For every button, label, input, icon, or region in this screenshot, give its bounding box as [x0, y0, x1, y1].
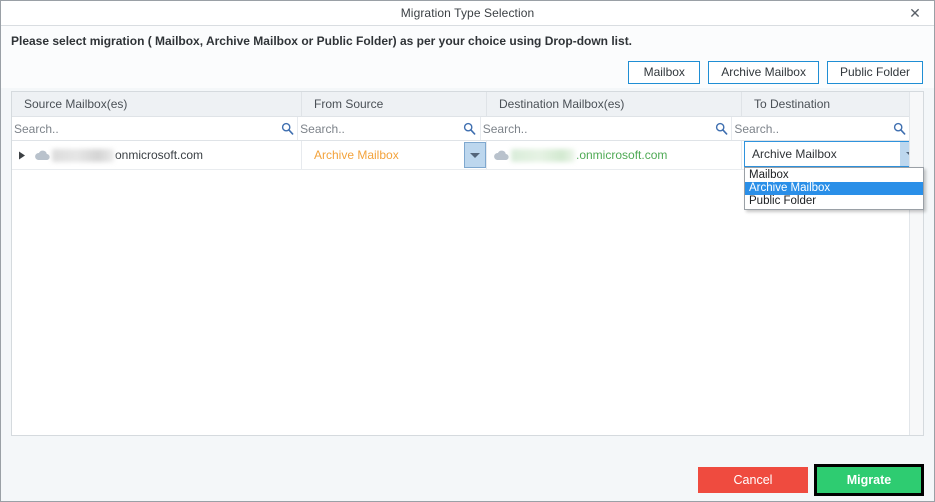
search-icon[interactable]	[711, 118, 731, 139]
search-input-to-destination[interactable]	[732, 118, 889, 139]
search-icon[interactable]	[460, 118, 480, 139]
grid-header-row: Source Mailbox(es) From Source Destinati…	[12, 92, 909, 117]
search-icon[interactable]	[277, 118, 297, 139]
dialog-footer: Cancel Migrate	[1, 458, 934, 501]
grid-vertical-scrollbar[interactable]	[909, 92, 923, 435]
column-header-destination-mailbox[interactable]: Destination Mailbox(es)	[487, 92, 742, 116]
close-icon[interactable]: ✕	[896, 1, 934, 24]
mailbox-mapping-grid: Source Mailbox(es) From Source Destinati…	[11, 91, 924, 436]
dropdown-option-archive-mailbox[interactable]: Archive Mailbox	[745, 182, 923, 195]
destination-mailbox-domain: .onmicrosoft.com	[576, 148, 668, 162]
grid-search-row	[12, 117, 909, 141]
dropdown-option-mailbox[interactable]: Mailbox	[745, 169, 923, 182]
search-input-source-mailbox[interactable]	[12, 118, 278, 139]
cell-to-destination[interactable]: Archive Mailbox Mailbox Archive Mailbox …	[742, 141, 924, 210]
cloud-icon	[32, 150, 52, 161]
migrate-button[interactable]: Migrate	[817, 466, 921, 493]
from-source-value: Archive Mailbox	[314, 148, 399, 162]
archive-mailbox-button[interactable]: Archive Mailbox	[708, 60, 819, 84]
instruction-text: Please select migration ( Mailbox, Archi…	[1, 26, 934, 56]
migration-type-selection-dialog: Migration Type Selection ✕ Please select…	[0, 0, 935, 502]
to-destination-combobox[interactable]: Archive Mailbox	[744, 141, 922, 167]
cell-destination-mailbox[interactable]: .onmicrosoft.com	[487, 141, 742, 169]
search-cell-from-source	[298, 117, 481, 140]
cell-source-mailbox[interactable]: onmicrosoft.com	[12, 141, 302, 169]
cloud-icon	[491, 150, 511, 161]
redacted-source-mailbox-name	[52, 148, 114, 162]
cancel-button[interactable]: Cancel	[698, 466, 808, 493]
search-cell-destination-mailbox	[480, 117, 733, 140]
grid-body: Source Mailbox(es) From Source Destinati…	[12, 92, 924, 435]
public-folder-button[interactable]: Public Folder	[826, 60, 923, 84]
table-row[interactable]: onmicrosoft.com Archive Mailbox .onmicro…	[12, 141, 924, 210]
source-mailbox-domain: onmicrosoft.com	[115, 148, 204, 162]
to-destination-combobox-host: Archive Mailbox Mailbox Archive Mailbox …	[742, 141, 924, 210]
expand-row-icon[interactable]	[12, 151, 32, 160]
cell-from-source[interactable]: Archive Mailbox	[302, 141, 487, 169]
redacted-destination-mailbox-name	[511, 148, 575, 162]
search-cell-source-mailbox	[12, 117, 299, 140]
column-header-source-mailbox[interactable]: Source Mailbox(es)	[12, 92, 302, 116]
migrate-button-focus-ring: Migrate	[814, 463, 924, 496]
column-header-from-source[interactable]: From Source	[302, 92, 487, 116]
migration-type-button-group: Mailbox Archive Mailbox Public Folder	[1, 56, 934, 88]
search-input-from-source[interactable]	[298, 118, 460, 139]
search-input-destination-mailbox[interactable]	[480, 118, 712, 139]
column-header-to-destination[interactable]: To Destination	[742, 92, 909, 116]
to-destination-value: Archive Mailbox	[752, 147, 837, 161]
window-title: Migration Type Selection	[400, 6, 535, 20]
from-source-dropdown[interactable]: Archive Mailbox	[302, 141, 486, 169]
to-destination-dropdown-list: Mailbox Archive Mailbox Public Folder	[744, 167, 924, 210]
titlebar: Migration Type Selection ✕	[1, 1, 934, 26]
mailbox-button[interactable]: Mailbox	[628, 60, 701, 84]
search-cell-to-destination	[732, 117, 909, 140]
chevron-down-icon[interactable]	[464, 142, 486, 168]
search-icon[interactable]	[889, 118, 909, 139]
dropdown-option-public-folder[interactable]: Public Folder	[745, 195, 923, 208]
